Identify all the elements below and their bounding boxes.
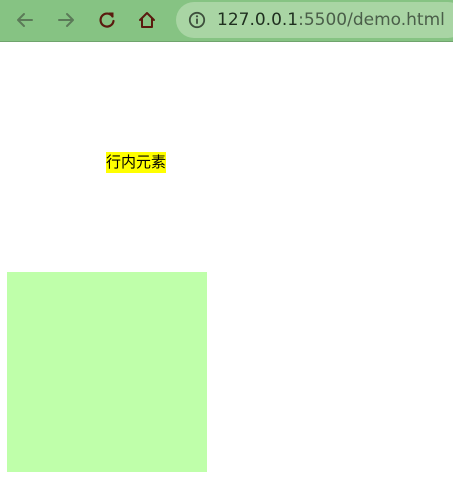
forward-arrow-icon — [58, 13, 74, 27]
info-icon[interactable] — [188, 11, 206, 29]
browser-toolbar: 127.0.0.1:5500/demo.html — [0, 0, 453, 42]
address-bar[interactable]: 127.0.0.1:5500/demo.html — [176, 2, 453, 38]
inline-element-text: 行内元素 — [106, 152, 167, 173]
home-button[interactable] — [134, 7, 160, 33]
back-button[interactable] — [12, 7, 38, 33]
reload-button[interactable] — [94, 7, 120, 33]
home-icon — [139, 12, 155, 28]
green-block — [7, 272, 207, 472]
back-arrow-icon — [17, 13, 33, 27]
url-text[interactable]: 127.0.0.1:5500/demo.html — [217, 9, 445, 31]
reload-icon — [99, 12, 115, 28]
url-host: 127.0.0.1 — [217, 10, 299, 30]
url-path: :5500/demo.html — [298, 10, 445, 30]
forward-button[interactable] — [53, 7, 79, 33]
